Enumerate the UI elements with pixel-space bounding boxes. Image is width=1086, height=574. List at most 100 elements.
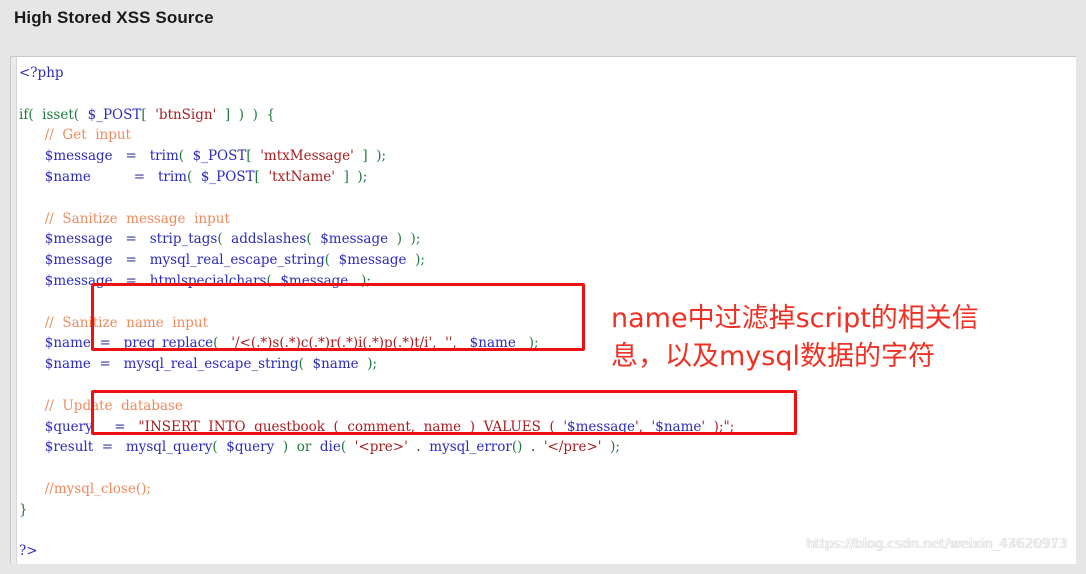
code-line-blank-2 [19,188,1076,209]
code-token: $name [19,335,91,352]
code-token: addslashes [226,231,307,248]
code-token: () [511,439,527,456]
code-line-comment-get-input: // Get input [19,125,1076,146]
code-token: mysql_error [424,439,512,456]
code-token: ); [362,356,378,373]
code-token: = [92,418,135,435]
code-gutter [11,57,17,564]
code-token: ( [324,252,335,269]
code-line-comment-sanitize-message: // Sanitize message input [19,209,1076,230]
code-token: or [292,439,316,456]
code-token: mysql_real_escape_string [119,356,299,373]
code-token: $message [315,231,393,248]
code-token: $message [19,148,113,165]
code-token: ); [356,272,371,289]
code-token: trim [145,148,179,165]
code-token: ( [178,148,189,165]
code-line-comment-update-database: // Update database [19,396,1076,417]
code-token: ) [278,439,293,456]
code-token: if( [19,106,38,123]
code-token: [ [141,106,151,123]
code-token: ( [340,439,351,456]
code-token: 'mtxMessage' [255,148,359,165]
code-line-assign-message: $message = trim( $_POST[ 'mtxMessage' ] … [19,146,1076,167]
code-token: ( [306,231,316,248]
code-token: = [112,252,146,269]
code-token: ] ); [358,148,387,165]
code-token: ( [213,335,223,352]
code-token: ); [410,252,425,269]
code-token: // Sanitize message input [19,210,230,227]
code-token: ', ' [634,418,656,435]
code-token: $result [19,439,94,456]
code-line-blank-1 [19,84,1076,105]
annotation-note-line-1: name中过滤掉script的相关信 [611,303,979,334]
code-token: { [262,106,276,123]
code-token: ( [298,356,309,373]
code-token: '/<(.*)s(.*)c(.*)r(.*)i(.*)p(.*)t/i', [222,335,437,352]
code-token: $name [19,356,91,373]
code-token: '', [436,335,457,352]
code-token: ' [559,418,568,435]
code-token: $message [567,418,635,435]
code-token: die [315,439,341,456]
code-token: $message [19,252,113,269]
code-token: $_POST [83,106,142,123]
code-token: = [90,356,120,373]
code-token: trim [153,168,187,185]
code-token: = [93,439,122,456]
code-token: ( [212,439,222,456]
watermark: https://blog.csdn.net/weixin_44620973 ht… [805,537,1068,552]
code-token: ); [605,439,620,456]
code-token: 'txtName' [264,168,340,185]
code-token: = [90,335,120,352]
code-token: $message [334,252,411,269]
code-token: // Update database [19,397,183,414]
code-token: "INSERT INTO guestbook ( comment, name )… [134,418,560,435]
code-line-blank-4 [19,375,1076,396]
code-line-sanitize-strip-tags: $message = strip_tags( addslashes( $mess… [19,229,1076,250]
code-token: strip_tags [145,231,218,248]
code-line-assign-name: $name = trim( $_POST[ 'txtName' ] ); [19,167,1076,188]
code-token: } [19,501,28,518]
code-token: = [112,231,146,248]
code-token: ) ); [392,231,421,248]
code-token: $message [19,231,113,248]
code-token: = [112,272,146,289]
code-token: $name [456,335,521,352]
code-line-sanitize-message-escape: $message = mysql_real_escape_string( $me… [19,250,1076,271]
page-header: High Stored XSS Source [0,0,1086,46]
code-token: // Get input [19,127,131,144]
code-token: = [112,148,146,165]
code-token: ( [186,168,197,185]
code-token: ] ); [339,168,368,185]
code-token: ' );"; [701,418,735,435]
code-token: ] ) ) [220,106,263,123]
code-line-blank-5 [19,458,1076,479]
code-token: '</pre>' [539,439,606,456]
code-line-close-brace: } [19,500,1076,521]
code-token: . [526,439,540,456]
code-line-assign-result: $result = mysql_query( $query ) or die( … [19,437,1076,458]
code-line-assign-query: $query = "INSERT INTO guestbook ( commen… [19,417,1076,438]
code-token: // Sanitize name input [19,314,209,331]
code-token: [ [246,148,256,165]
code-line-if-isset: if( isset( $_POST[ 'btnSign' ] ) ) { [19,105,1076,126]
code-token: htmlspecialchars [145,272,267,289]
code-token: ); [520,335,539,352]
code-token: mysql_real_escape_string [145,252,325,269]
code-token: $name [655,418,702,435]
code-token: ?> [19,543,38,560]
watermark-text-overlay: https://blog.csdn.net/weixin_43626913 [805,537,1066,552]
code-line-sanitize-htmlspecialchars: $message = htmlspecialchars( $message ); [19,271,1076,292]
code-token: . [412,439,425,456]
code-token: $_POST [196,168,255,185]
code-token: mysql_query [121,439,213,456]
code-viewer-panel[interactable]: <?php if( isset( $_POST[ 'btnSign' ] ) )… [10,56,1076,564]
code-token: ( [217,231,227,248]
code-token: ( [266,272,277,289]
code-token: $query [19,418,93,435]
code-token: $query [221,439,279,456]
code-line-open-tag: <?php [19,63,1076,84]
code-token: $_POST [188,148,247,165]
